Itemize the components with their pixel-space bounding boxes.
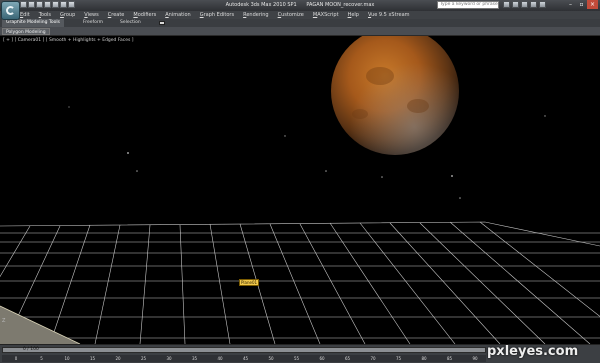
menu-item-views[interactable]: Views [84,12,98,18]
timeline-tick-label: 75 [395,356,402,361]
timeline-tick-label: 0 [14,356,18,361]
help-icon[interactable] [539,1,546,8]
file-name: PAGAN MOON_recover.max [306,2,375,8]
menu-item-vue-9-5-xstream[interactable]: Vue 9.5 xStream [368,12,410,18]
viewport-scene [0,36,600,344]
minimize-icon[interactable]: – [565,0,576,9]
tab-graphite-modeling-tools[interactable]: Graphite Modeling Tools [2,19,65,27]
timeline-tick-label: 35 [191,356,198,361]
subscription-icon[interactable] [512,1,519,8]
menu-item-customize[interactable]: Customize [278,12,304,18]
timeline-tick-label: 40 [217,356,223,361]
open-file-icon[interactable] [28,1,35,8]
viewport-label[interactable]: [ + ] [ Camera01 ] [ Smooth + Highlights… [3,38,134,43]
menu-item-create[interactable]: Create [108,12,125,18]
communication-icon[interactable] [521,1,528,8]
timeline-tick-label: 65 [344,356,351,361]
menu-items: Edit Tools Group Views Create Modifiers Animat… [20,12,419,18]
ground-plane-grid[interactable] [0,221,600,344]
axis-gizmo-icon: Z [2,318,6,324]
menu-item-group[interactable]: Group [60,12,75,18]
watermark: pxleyes.com [487,344,579,359]
timeline-tick-label: 30 [166,356,172,361]
infocenter-icons [503,1,546,8]
panel-polygon-modeling[interactable]: Polygon Modeling [2,28,50,35]
camera-viewport[interactable]: [ + ] [ Camera01 ] [ Smooth + Highlights… [0,36,600,344]
track-bar[interactable]: 0 5 10 15 20 25 30 35 40 45 50 55 60 65 70 75 80 85 90 [2,355,486,362]
ribbon-tab-bar: Graphite Modeling Tools Freeform Selecti… [0,19,600,27]
timeline-tick-label: 60 [319,356,325,361]
maximize-icon[interactable]: ▫ [576,0,587,9]
timeline-tick-label: 15 [89,356,96,361]
max-application-window: Autodesk 3ds Max 2010 SP1 PAGAN MOON_rec… [0,0,600,363]
plane-object-label[interactable]: Plane01 [239,279,260,286]
timeline-tick-label: 85 [446,356,453,361]
search-icon[interactable] [503,1,510,8]
undo-icon[interactable] [44,1,51,8]
timeline-tick-label: 70 [370,356,376,361]
ribbon-minimize-toggle[interactable] [159,21,165,25]
timeline-tick-label: 5 [40,356,43,361]
menu-bar: Edit Tools Group Views Create Modifiers Animat… [0,11,600,19]
close-icon[interactable]: × [587,0,598,9]
app-logo-icon[interactable] [1,1,20,20]
timeline-tick-label: 25 [140,356,147,361]
menu-item-modifiers[interactable]: Modifiers [133,12,156,18]
frame-counter: 0 / 100 [23,347,39,352]
app-name: Autodesk 3ds Max 2010 SP1 [225,2,297,8]
ribbon-panel-row: Polygon Modeling [0,27,600,36]
toolbar-dropdown-icon[interactable] [68,1,75,8]
menu-item-maxscript[interactable]: MAXScript [313,12,339,18]
menu-item-help[interactable]: Help [348,12,359,18]
timeline-tick-label: 55 [293,356,300,361]
timeline-tick-label: 50 [268,356,274,361]
star-field [68,106,546,199]
save-file-icon[interactable] [36,1,43,8]
moon-sphere[interactable] [331,36,459,155]
menu-item-edit[interactable]: Edit [20,12,30,18]
timeline-tick-label: 10 [64,356,70,361]
timeline-tick-label: 45 [242,356,249,361]
timeline-tick-label: 80 [421,356,427,361]
menu-item-animation[interactable]: Animation [165,12,191,18]
menu-item-tools[interactable]: Tools [39,12,51,18]
title-bar: Autodesk 3ds Max 2010 SP1 PAGAN MOON_rec… [0,0,600,11]
tab-selection[interactable]: Selection [116,19,145,27]
redo-icon[interactable] [52,1,59,8]
tab-freeform[interactable]: Freeform [79,19,107,27]
menu-item-graph-editors[interactable]: Graph Editors [200,12,234,18]
timeline-tick-label: 90 [472,356,478,361]
new-scene-icon[interactable] [20,1,27,8]
project-folder-icon[interactable] [60,1,67,8]
search-input[interactable]: Type a keyword or phrase [437,1,499,9]
timeline-tick-label: 20 [115,356,121,361]
quick-access-toolbar [20,1,75,8]
time-slider[interactable]: 0 / 100 [2,347,486,353]
window-controls: – ▫ × [565,0,598,9]
menu-item-rendering[interactable]: Rendering [243,12,269,18]
favorites-icon[interactable] [530,1,537,8]
